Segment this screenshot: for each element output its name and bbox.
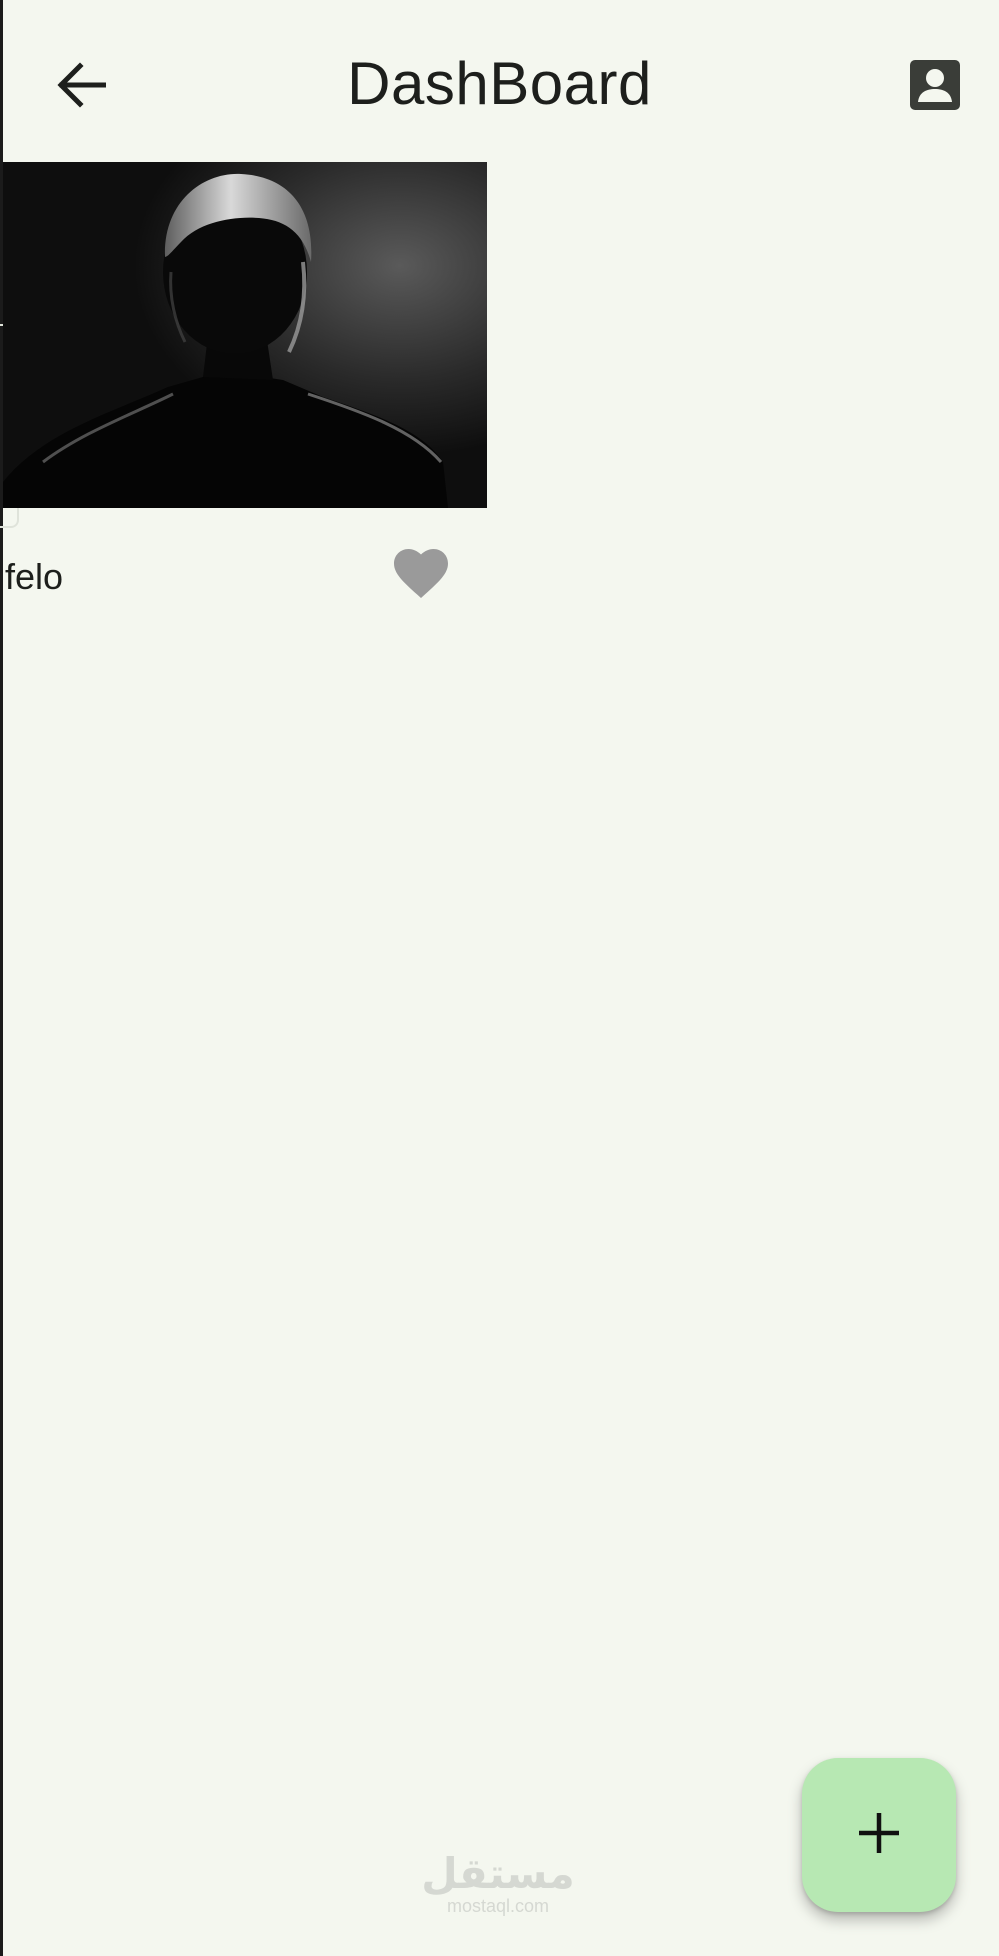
watermark-url: mostaql.com bbox=[446, 1896, 550, 1916]
plus-icon bbox=[857, 1811, 901, 1860]
item-image bbox=[3, 162, 487, 508]
profile-button[interactable] bbox=[900, 52, 970, 122]
watermark: مستقل mostaql.com bbox=[398, 1850, 598, 1917]
favorite-button[interactable] bbox=[388, 546, 454, 606]
heart-icon bbox=[392, 548, 450, 605]
page-title: DashBoard bbox=[347, 50, 652, 117]
app-bar: DashBoard bbox=[0, 0, 999, 170]
add-button[interactable] bbox=[802, 1758, 956, 1912]
dashboard-screen: DashBoard felo مستقل mostaql.com bbox=[0, 0, 999, 1956]
watermark-logo: مستقل bbox=[421, 1850, 575, 1897]
account-box-icon bbox=[909, 59, 961, 116]
item-label: felo bbox=[5, 556, 64, 597]
